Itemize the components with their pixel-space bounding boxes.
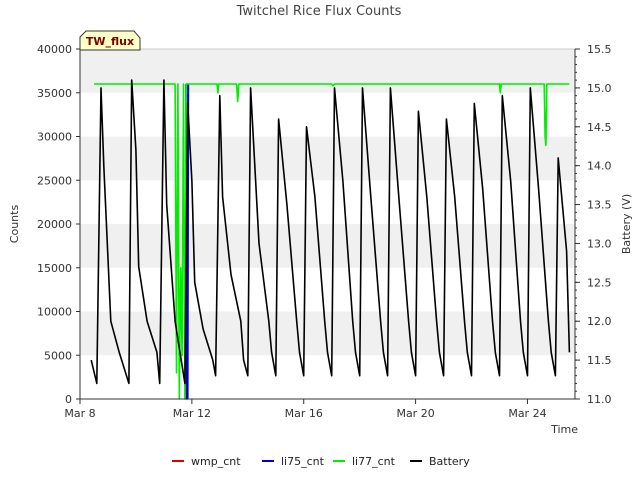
y-tick-label: 25000 (37, 174, 72, 187)
y2-tick-label: 14.5 (587, 121, 612, 134)
y2-tick-label: 11.5 (587, 354, 612, 367)
x-tick-label: Mar 8 (64, 407, 95, 420)
y2-tick-label: 12.5 (587, 276, 612, 289)
x-tick-label: Mar 20 (396, 407, 434, 420)
y-tick-label: 20000 (37, 218, 72, 231)
flux-counts-chart: Twitchel Rice Flux Counts Mar 8 Mar 12 Mar… (8, 4, 633, 468)
legend-label-Battery: Battery (429, 455, 470, 468)
site-badge: TW_flux (79, 30, 141, 51)
y2-axis-ticks: 11.0 11.5 12.0 12.5 13.0 13.5 14.0 14.5 15.0 15.5 (575, 43, 612, 406)
y-axis-ticks: 0 5000 10000 15000 20000 25000 30000 35000 40000 (37, 43, 80, 406)
legend-label-li75_cnt: li75_cnt (281, 455, 325, 468)
x-axis-ticks: Mar 8 Mar 12 Mar 16 Mar 20 Mar 24 (64, 399, 547, 420)
y2-tick-label: 13.5 (587, 199, 612, 212)
y-tick-label: 15000 (37, 262, 72, 275)
y-tick-label: 35000 (37, 87, 72, 100)
y2-axis-label: Battery (V) (620, 194, 633, 254)
y-axis-label: Counts (8, 205, 21, 244)
y-tick-label: 0 (65, 393, 72, 406)
y2-tick-label: 12.0 (587, 315, 612, 328)
site-badge-text: TW_flux (86, 35, 134, 48)
chart-title: Twitchel Rice Flux Counts (236, 4, 402, 19)
y2-tick-label: 15.0 (587, 82, 612, 95)
y-tick-label: 10000 (37, 306, 72, 319)
legend-label-li77_cnt: li77_cnt (352, 455, 396, 468)
y-tick-label: 5000 (44, 349, 72, 362)
x-tick-label: Mar 24 (508, 407, 546, 420)
y2-tick-label: 15.5 (587, 43, 612, 56)
legend: wmp_cnt li75_cnt li77_cnt Battery (172, 455, 470, 468)
x-axis-label: Time (550, 423, 578, 436)
x-tick-label: Mar 16 (285, 407, 323, 420)
y2-tick-label: 13.0 (587, 237, 612, 250)
legend-label-wmp_cnt: wmp_cnt (191, 455, 241, 468)
y2-tick-label: 14.0 (587, 160, 612, 173)
y-tick-label: 30000 (37, 131, 72, 144)
y-tick-label: 40000 (37, 43, 72, 56)
y2-tick-label: 11.0 (587, 393, 612, 406)
x-tick-label: Mar 12 (173, 407, 211, 420)
